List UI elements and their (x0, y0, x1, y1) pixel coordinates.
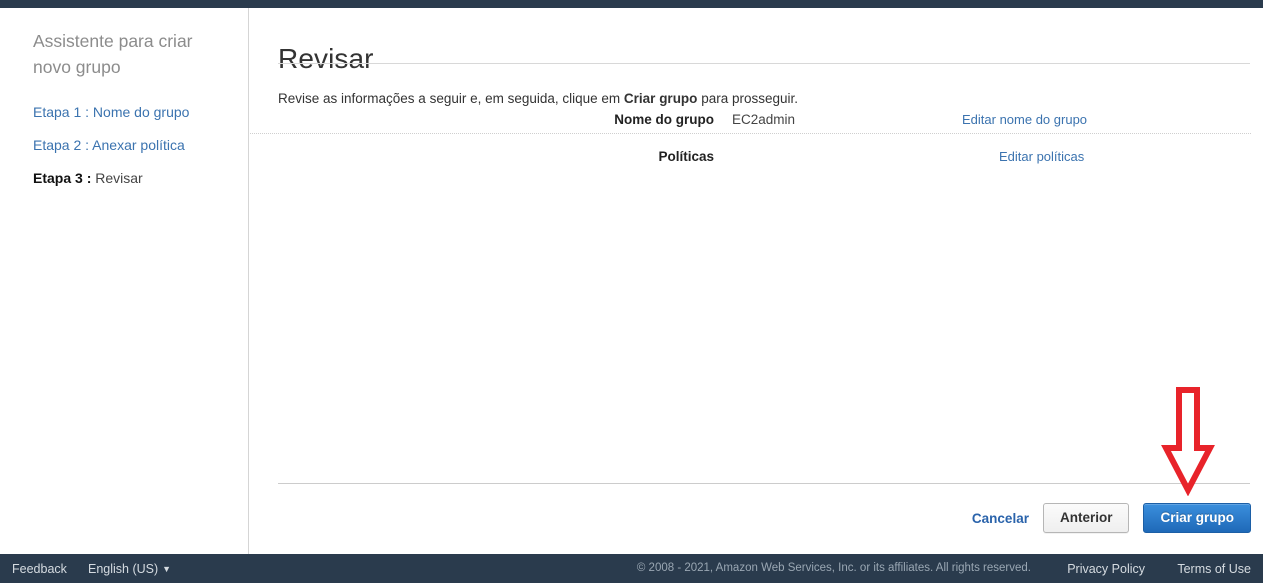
actions-bar: Cancelar Anterior Criar grupo (250, 498, 1251, 538)
row-dotted-divider (250, 133, 1251, 134)
review-label-group-name: Nome do grupo (614, 112, 714, 127)
language-selector-label: English (US) (88, 562, 159, 576)
review-value-group-name: EC2admin (732, 112, 796, 127)
review-row-group-name: Nome do grupo EC2admin Editar nome do gr… (250, 104, 1263, 141)
wizard-title: Assistente para criar novo grupo (33, 31, 193, 77)
page-title: Revisar (278, 42, 374, 74)
sidebar-step-3-review: Etapa 3 : Revisar (33, 170, 143, 186)
chevron-down-icon: ▼ (162, 563, 172, 574)
terms-of-use-link[interactable]: Terms of Use (1177, 562, 1251, 576)
actions-divider (278, 483, 1250, 484)
create-group-button[interactable]: Criar grupo (1143, 503, 1251, 533)
copyright-text: © 2008 - 2021, Amazon Web Services, Inc.… (636, 562, 1031, 574)
title-divider (278, 63, 1250, 64)
sidebar-step-2-attach-policy[interactable]: Etapa 2 : Anexar política (33, 137, 185, 153)
privacy-policy-link[interactable]: Privacy Policy (1067, 562, 1145, 576)
edit-group-name-link[interactable]: Editar nome do grupo (962, 112, 1087, 127)
review-row-policies: Políticas Editar políticas (250, 141, 1263, 178)
language-selector[interactable]: English (US) ▼ (88, 562, 171, 576)
main-content: Revisar Revise as informações a seguir e… (250, 8, 1263, 554)
sidebar-step-3-label: Revisar (95, 170, 143, 186)
top-chrome-bar (0, 0, 1263, 8)
feedback-link[interactable]: Feedback (12, 562, 67, 576)
review-label-policies: Políticas (658, 149, 714, 164)
sidebar-step-1-group-name[interactable]: Etapa 1 : Nome do grupo (33, 104, 189, 120)
sidebar-step-3-number: Etapa 3 : (33, 170, 92, 186)
cancel-link[interactable]: Cancelar (972, 511, 1029, 526)
edit-policies-link[interactable]: Editar políticas (999, 149, 1084, 164)
previous-button[interactable]: Anterior (1042, 503, 1130, 533)
wizard-sidebar: Assistente para criar novo grupo Etapa 1… (0, 8, 249, 554)
page-footer: Feedback English (US) ▼ © 2008 - 2021, Am… (0, 554, 1263, 583)
